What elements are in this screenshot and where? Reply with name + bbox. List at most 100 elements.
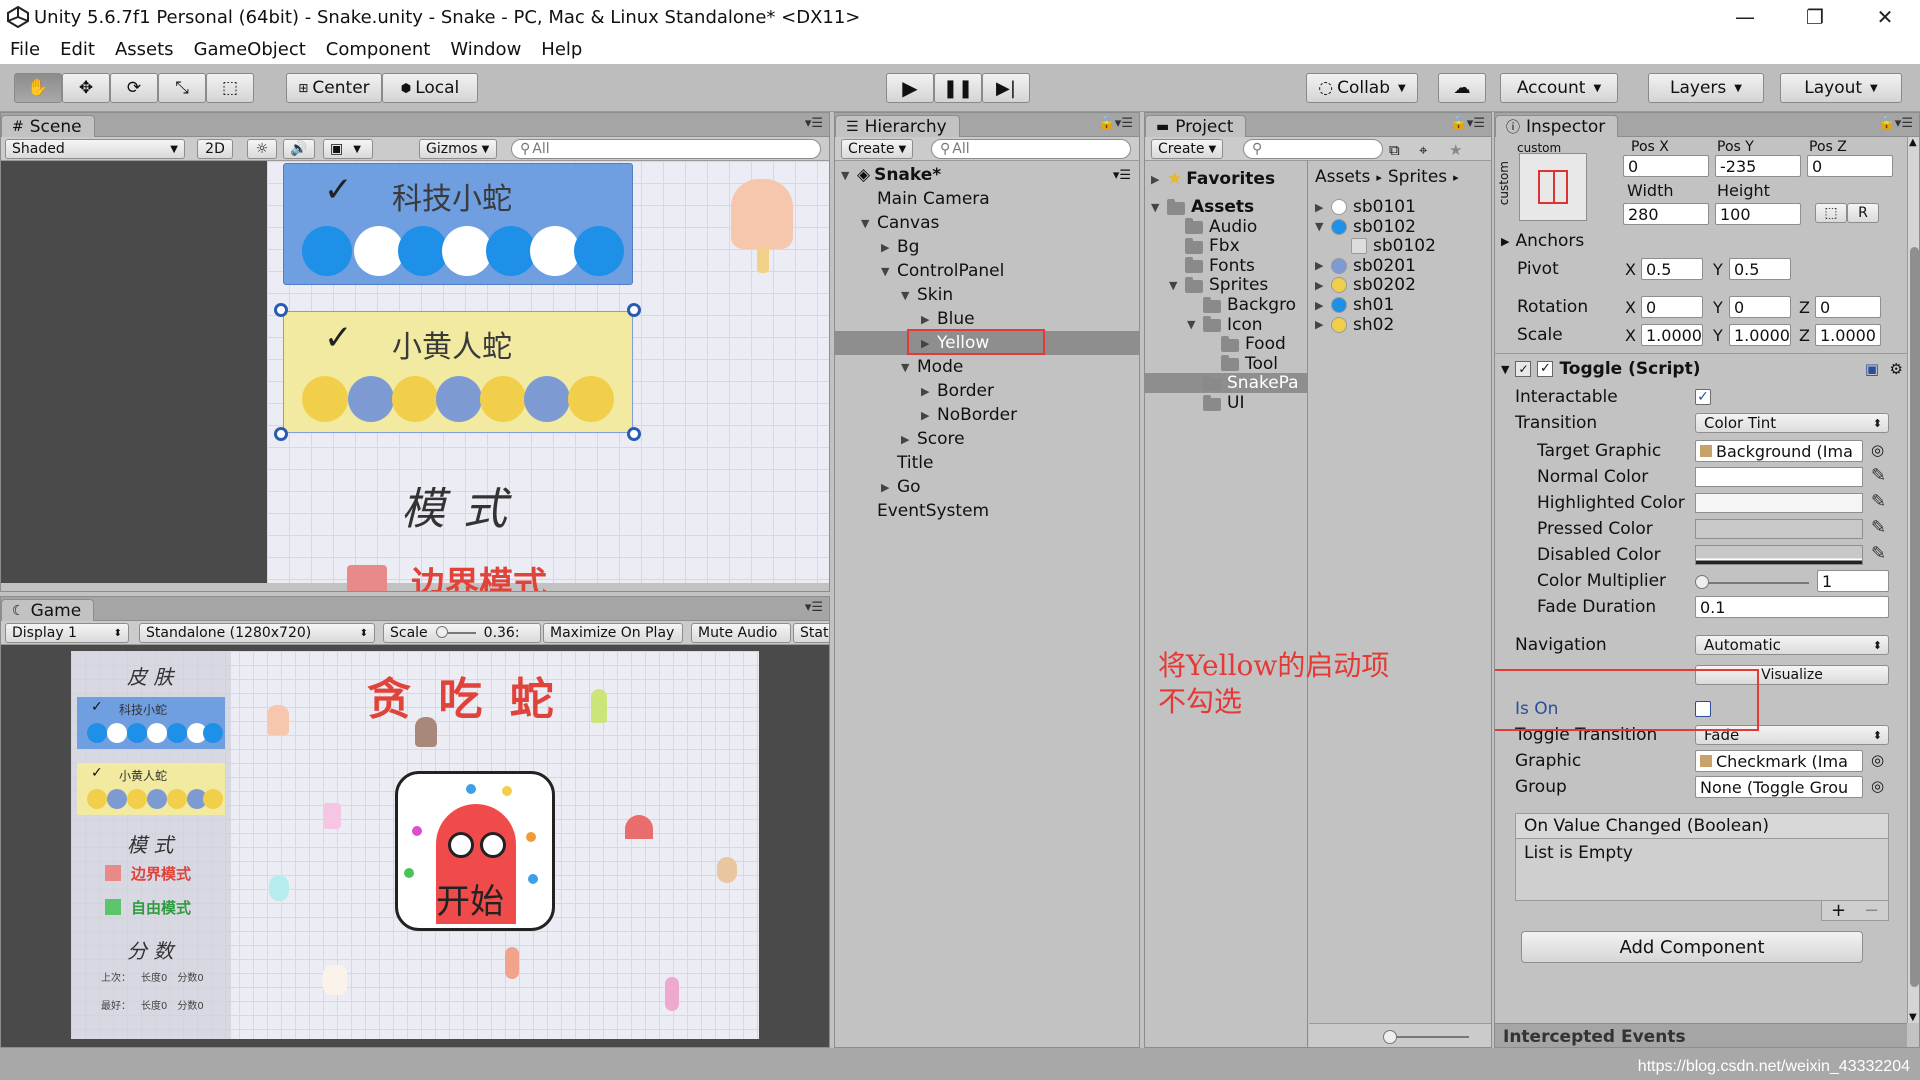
scale-tool-button[interactable]: ⤡ — [158, 73, 206, 103]
rect-handle[interactable] — [274, 427, 288, 441]
panel-lock-menu-icon[interactable]: 🔒▾☰ — [1099, 116, 1133, 131]
minimize-button[interactable]: — — [1710, 0, 1780, 34]
expand-arrow-closed-icon[interactable]: ▶ — [901, 433, 917, 446]
expand-arrow-icon[interactable]: ▶ — [1315, 279, 1331, 292]
hierarchy-item[interactable]: ▶ Score — [835, 427, 1139, 451]
asset-item[interactable]: sb0102 — [1309, 236, 1491, 256]
asset-item[interactable]: ▶ sb0201 — [1309, 256, 1491, 276]
height-field[interactable]: 100 — [1715, 203, 1801, 225]
hierarchy-create-dropdown[interactable]: Create ▼ — [841, 139, 913, 159]
remove-event-icon[interactable]: − — [1864, 900, 1879, 921]
hierarchy-item[interactable]: Title — [835, 451, 1139, 475]
hierarchy-search-input[interactable]: ⚲ All — [931, 139, 1131, 159]
asset-item[interactable]: ▶ sh01 — [1309, 295, 1491, 315]
eyedropper-icon[interactable]: ✎ — [1871, 543, 1886, 564]
rotation-y-field[interactable]: 0 — [1729, 296, 1791, 318]
maximize-button[interactable]: ❐ — [1780, 0, 1850, 34]
hand-tool-button[interactable]: ✋ — [14, 73, 62, 103]
pivot-y-field[interactable]: 0.5 — [1729, 258, 1791, 280]
fade-duration-field[interactable]: 0.1 — [1695, 596, 1889, 618]
pivot-x-field[interactable]: 0.5 — [1641, 258, 1703, 280]
expand-arrow-closed-icon[interactable]: ▶ — [921, 409, 937, 422]
graphic-field[interactable]: Checkmark (Ima — [1695, 750, 1863, 772]
project-folder-item[interactable]: UI — [1145, 393, 1307, 413]
breadcrumb-sprites[interactable]: Sprites — [1388, 167, 1447, 187]
menu-component[interactable]: Component — [316, 39, 441, 60]
scale-x-field[interactable]: 1.0000 — [1641, 324, 1703, 346]
pos-y-field[interactable]: -235 — [1715, 155, 1801, 177]
width-field[interactable]: 280 — [1623, 203, 1709, 225]
step-button[interactable]: ▶| — [982, 73, 1030, 103]
game-yellow-skin-toggle[interactable]: ✓ 小黄人蛇 — [77, 763, 225, 815]
filter-by-type-icon[interactable]: ⧉ — [1389, 141, 1400, 159]
gizmos-dropdown[interactable]: Gizmos ▼ — [419, 139, 497, 159]
project-folder-item[interactable]: ▼ Assets — [1145, 197, 1307, 217]
pressed-color-swatch[interactable] — [1695, 519, 1863, 539]
mute-audio-toggle[interactable]: Mute Audio — [691, 623, 791, 643]
hierarchy-item[interactable]: ▼ Skin — [835, 283, 1139, 307]
eyedropper-icon[interactable]: ✎ — [1871, 517, 1886, 538]
expand-arrow-closed-icon[interactable]: ▶ — [921, 385, 937, 398]
menu-gameobject[interactable]: GameObject — [184, 39, 316, 60]
scene-menu-icon[interactable]: ▾☰ — [1113, 168, 1131, 183]
expand-arrow-open-icon[interactable]: ▼ — [901, 289, 917, 302]
expand-arrow-icon[interactable]: ▼ — [1315, 220, 1331, 233]
object-picker-icon[interactable]: ◎ — [1871, 441, 1884, 459]
close-button[interactable]: ✕ — [1850, 0, 1920, 34]
expand-arrow-open-icon[interactable]: ▼ — [881, 265, 897, 278]
navigation-dropdown[interactable]: Automatic — [1695, 635, 1889, 655]
rotate-tool-button[interactable]: ⟳ — [110, 73, 158, 103]
eyedropper-icon[interactable]: ✎ — [1871, 465, 1886, 486]
audio-toggle[interactable]: 🔊 — [283, 139, 315, 159]
expand-arrow-icon[interactable]: ▼ — [1169, 279, 1185, 292]
game-start-button[interactable]: 开始 — [395, 771, 555, 931]
resolution-dropdown[interactable]: Standalone (1280x720) ⬍ — [139, 623, 375, 643]
scene-border-checkbox[interactable] — [347, 565, 387, 591]
rotation-z-field[interactable]: 0 — [1815, 296, 1881, 318]
raw-edit-button[interactable]: R — [1847, 203, 1879, 223]
scene-viewport[interactable]: ✓ 科技小蛇 ✓ 小黄人蛇 模式 边界模式 — [1, 161, 829, 591]
color-multiplier-slider[interactable] — [1701, 582, 1809, 584]
color-multiplier-field[interactable]: 1 — [1817, 570, 1889, 592]
cloud-button[interactable]: ☁ — [1438, 73, 1486, 103]
favorites-item[interactable]: ▶ ★ Favorites — [1145, 167, 1307, 191]
inspector-scroll-thumb[interactable] — [1910, 247, 1919, 987]
expand-arrow-closed-icon[interactable]: ▶ — [921, 313, 937, 326]
transition-dropdown[interactable]: Color Tint — [1695, 413, 1889, 433]
project-folder-item[interactable]: Audio — [1145, 217, 1307, 237]
rect-handle[interactable] — [627, 427, 641, 441]
layers-dropdown[interactable]: Layers ▼ — [1648, 73, 1764, 103]
expand-arrow-closed-icon[interactable]: ▶ — [881, 241, 897, 254]
panel-menu-icon[interactable]: ▾☰ — [805, 116, 823, 131]
expand-arrow-icon[interactable]: ▶ — [1315, 201, 1331, 214]
expand-arrow-icon[interactable]: ▶ — [1315, 318, 1331, 331]
game-free-checkbox[interactable] — [105, 899, 121, 915]
tab-game[interactable]: ☾ Game — [1, 599, 95, 621]
game-border-checkbox[interactable] — [105, 865, 121, 881]
tab-inspector[interactable]: ⓘ Inspector — [1495, 115, 1619, 137]
eyedropper-icon[interactable]: ✎ — [1871, 491, 1886, 512]
project-splitter[interactable] — [1307, 161, 1308, 1047]
rect-handle[interactable] — [274, 303, 288, 317]
expand-arrow-icon[interactable]: ▶ — [1315, 259, 1331, 272]
disabled-color-swatch[interactable] — [1695, 545, 1863, 565]
scroll-up-icon[interactable]: ▲ — [1909, 137, 1917, 148]
project-folder-item[interactable]: Backgro — [1145, 295, 1307, 315]
menu-assets[interactable]: Assets — [105, 39, 184, 60]
tab-scene[interactable]: # Scene — [1, 115, 95, 137]
pause-button[interactable]: ❚❚ — [934, 73, 982, 103]
component-enabled-checkbox[interactable]: ✓ — [1537, 361, 1554, 377]
effects-dropdown[interactable]: ▣ ▼ — [323, 139, 373, 159]
project-folder-item[interactable]: Fonts — [1145, 256, 1307, 276]
asset-zoom-slider[interactable] — [1389, 1036, 1469, 1038]
highlighted-color-swatch[interactable] — [1695, 493, 1863, 513]
filter-by-label-icon[interactable]: ⌖ — [1419, 141, 1427, 159]
group-field[interactable]: None (Toggle Grou — [1695, 776, 1863, 798]
panel-lock-menu-icon[interactable]: 🔒▾☰ — [1879, 116, 1913, 131]
inspector-scrollbar[interactable]: ▲ ▼ — [1907, 137, 1919, 1023]
asset-item[interactable]: ▼ sb0102 — [1309, 217, 1491, 237]
scale-y-field[interactable]: 1.0000 — [1729, 324, 1791, 346]
menu-file[interactable]: File — [0, 39, 50, 60]
project-folder-item[interactable]: SnakePa — [1145, 373, 1307, 394]
hierarchy-item[interactable]: ▼ Mode — [835, 355, 1139, 379]
